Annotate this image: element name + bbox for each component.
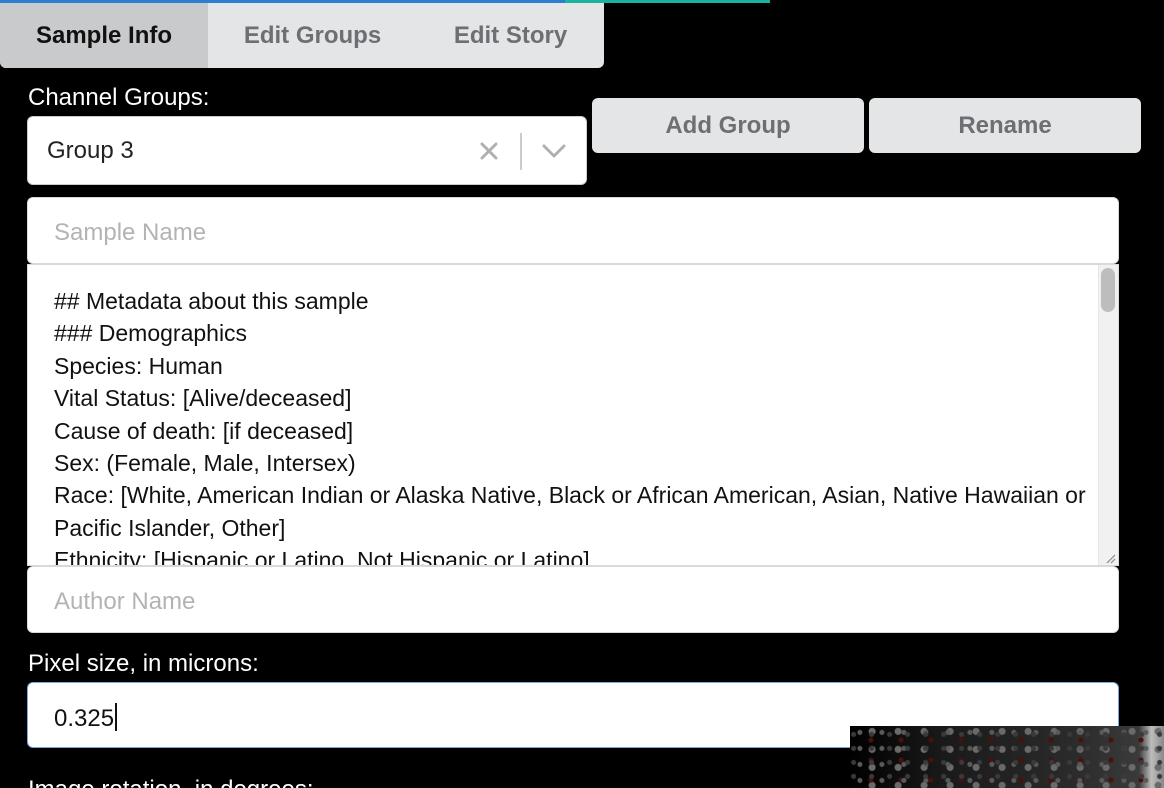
chevron-down-icon[interactable] [538,134,570,168]
close-icon[interactable] [474,134,504,168]
channel-group-select[interactable]: Group 3 [27,116,587,185]
description-line: Sex: (Female, Male, Intersex) [54,450,356,477]
scrollbar-thumb[interactable] [1101,268,1115,312]
add-group-button[interactable]: Add Group [592,98,864,153]
selected-group: Group 3 [47,137,134,164]
textarea-scrollbar[interactable] [1098,265,1118,565]
description-line: Ethnicity: [Hispanic or Latino, Not Hisp… [54,547,590,566]
sample-description-textarea[interactable]: ## Metadata about this sample ### Demogr… [27,264,1119,566]
description-line: ### Demographics [54,320,248,347]
sample-name-input[interactable]: Sample Name [27,197,1119,264]
rotation-label: Image rotation, in degrees: [28,776,314,788]
text-cursor [115,703,118,731]
description-line: Vital Status: [Alive/deceased] [54,385,352,412]
description-line: Species: Human [54,352,223,379]
pixel-size-value: 0.325 [54,703,118,733]
sample-name-placeholder: Sample Name [54,219,207,246]
sample-info-panel: Sample Info Edit Groups Edit Story Chann… [0,0,1164,788]
tab-edit-story[interactable]: Edit Story [417,3,604,68]
channel-groups-label: Channel Groups: [28,84,210,111]
tab-edit-groups[interactable]: Edit Groups [208,3,417,68]
description-text: ## Metadata about this sample ### Demogr… [54,285,1094,566]
description-line: Race: [White, American Indian or Alaska … [54,482,1086,541]
select-separator [520,133,522,170]
description-line: ## Metadata about this sample [54,288,369,314]
author-name-placeholder: Author Name [54,588,196,615]
tab-bar: Sample Info Edit Groups Edit Story [0,3,604,68]
description-line: Cause of death: [if deceased] [54,417,354,444]
tab-sample-info[interactable]: Sample Info [0,3,208,68]
resize-grip-icon[interactable] [1104,551,1116,564]
rename-button[interactable]: Rename [869,98,1141,153]
author-name-input[interactable]: Author Name [27,566,1119,633]
pixel-size-text: 0.325 [54,705,115,732]
tissue-image-preview [850,726,1164,788]
pixel-size-label: Pixel size, in microns: [28,650,259,677]
